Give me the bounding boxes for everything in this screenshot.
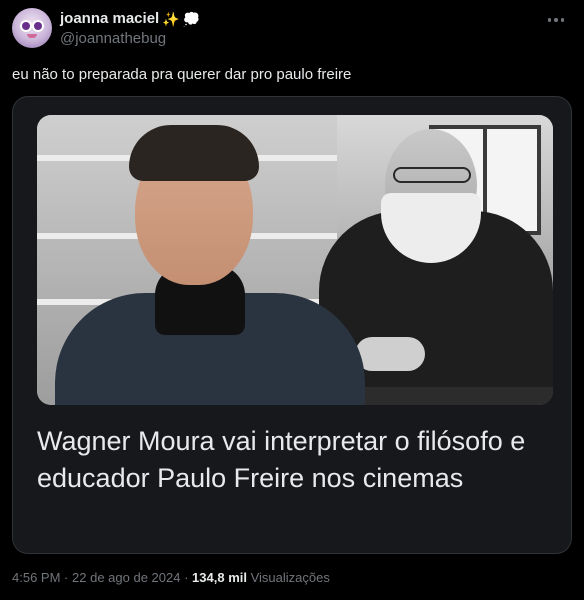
user-handle[interactable]: @joannathebug: [60, 30, 166, 47]
name-row: joanna maciel ✨ 💭: [60, 10, 200, 27]
avatar-eye-right: [34, 22, 42, 30]
more-horizontal-icon[interactable]: [542, 10, 570, 30]
avatar-eye-left: [22, 22, 30, 30]
tweet-time[interactable]: 4:56 PM: [12, 570, 60, 585]
tweet-date[interactable]: 22 de ago de 2024: [72, 570, 180, 585]
tweet-meta: 4:56 PM · 22 de ago de 2024 · 134,8 mil …: [12, 570, 330, 585]
tweet-header: joanna maciel ✨ 💭 @joannathebug: [12, 8, 572, 52]
meta-separator-2: ·: [184, 570, 189, 585]
sparkles-icon: ✨: [162, 10, 180, 27]
views-label: Visualizações: [250, 570, 330, 585]
tweet-text: eu não to preparada pra querer dar pro p…: [12, 66, 352, 83]
card-headline[interactable]: Wagner Moura vai interpretar o filósofo …: [37, 423, 549, 497]
display-name[interactable]: joanna maciel: [60, 10, 159, 27]
avatar[interactable]: [12, 8, 52, 48]
views-count: 134,8 mil: [192, 570, 247, 585]
avatar-mouth: [27, 34, 37, 38]
link-card[interactable]: Wagner Moura vai interpretar o filósofo …: [12, 96, 572, 554]
thought-balloon-icon: 💭: [182, 10, 201, 27]
meta-separator: ·: [64, 570, 69, 585]
card-photo: [37, 115, 553, 405]
